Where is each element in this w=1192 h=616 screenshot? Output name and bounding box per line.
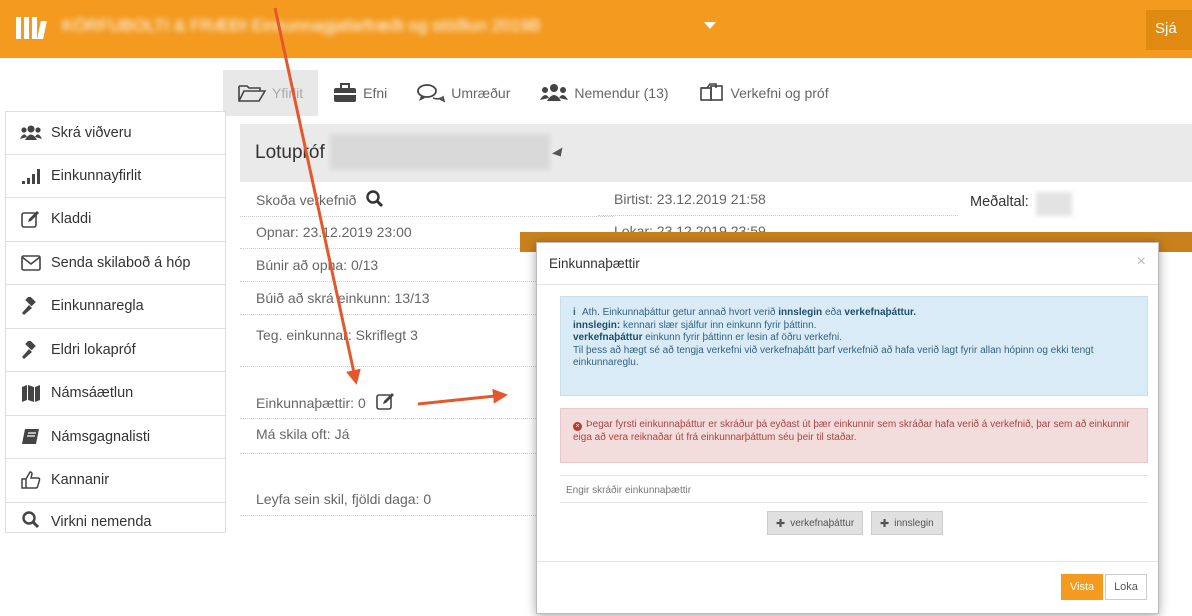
grade-parts-modal: Einkunnaþættir × i Ath. Einkunnaþáttur g…	[536, 242, 1159, 614]
course-title[interactable]: KÖRFUBOLTI & FRÆÐI Einkunnagjafarfræði o…	[62, 16, 702, 40]
tab-label: Umræður	[451, 85, 511, 101]
graded-count-row: Búið að skrá einkunn: 13/13	[240, 290, 540, 315]
sidebar-item-grade-rule[interactable]: Einkunnaregla	[5, 285, 226, 329]
envelope-icon	[20, 253, 42, 273]
users-icon	[540, 84, 569, 101]
plus-icon: ✚	[776, 517, 786, 530]
modal-header: Einkunnaþættir ×	[537, 243, 1158, 285]
tab-label: Yfirlit	[272, 85, 304, 101]
chevron-down-icon[interactable]	[704, 22, 716, 29]
sidebar-item-label: Námsgagnalisti	[51, 428, 151, 445]
copy-icon	[699, 83, 723, 101]
info-alert: i Ath. Einkunnaþáttur getur annað hvort …	[560, 296, 1148, 396]
sidebar-item-attendance[interactable]: Skrá viðveru	[5, 111, 226, 155]
tab-material[interactable]: Efni	[318, 70, 402, 116]
empty-grade-parts-text: Engir skráðir einkunnaþættir	[560, 475, 1148, 503]
sidebar-item-label: Kannanir	[51, 472, 110, 489]
sidebar: Skrá viðveru Einkunnayfirlit Kladdi Send…	[5, 111, 226, 533]
plus-icon: ✚	[880, 517, 890, 530]
sidebar-item-label: Einkunnaregla	[51, 298, 144, 315]
sidebar-item-label: Skrá viðveru	[51, 124, 132, 141]
warning-alert: × Þegar fyrsti einkunnaþáttur er skráður …	[560, 408, 1148, 463]
search-icon	[20, 510, 42, 530]
sidebar-item-grade-overview[interactable]: Einkunnayfirlit	[5, 154, 226, 198]
add-manual-part-button[interactable]: ✚ innslegin	[871, 511, 943, 535]
close-button[interactable]: Loka	[1105, 574, 1147, 600]
sidebar-item-student-activity[interactable]: Virkni nemenda	[5, 502, 226, 533]
gavel-icon	[20, 296, 42, 316]
sidebar-item-label: Kladdi	[51, 211, 92, 228]
tab-label: Efni	[363, 85, 388, 101]
assignment-header: Lotupróf	[240, 124, 1192, 182]
users-icon	[20, 123, 42, 143]
edit-icon	[20, 209, 42, 229]
close-circle-icon: ×	[573, 422, 582, 431]
sidebar-item-label: Senda skilaboð á hóp	[51, 254, 191, 271]
top-bar: KÖRFUBOLTI & FRÆÐI Einkunnagjafarfræði o…	[0, 0, 1192, 58]
sidebar-item-label: Virkni nemenda	[51, 513, 152, 530]
sidebar-item-old-exams[interactable]: Eldri lokapróf	[5, 328, 226, 372]
comments-icon	[417, 84, 446, 103]
chevron-down-icon[interactable]	[552, 147, 566, 160]
average-label: Meðaltal:	[970, 194, 1029, 210]
tab-assignments[interactable]: Verkefni og próf	[684, 70, 844, 116]
logo-icon[interactable]	[16, 17, 50, 39]
briefcase-icon	[334, 83, 357, 102]
save-button[interactable]: Vista	[1061, 574, 1103, 600]
course-tabs: Yfirlit Efni Umræður Nemendur (13) Verke…	[223, 70, 844, 116]
sidebar-item-label: Eldri lokapróf	[51, 341, 136, 358]
tab-label: Verkefni og próf	[730, 85, 829, 101]
view-assignment-link[interactable]: Skoða verkefnið	[256, 192, 356, 208]
late-submit-row: Leyfa sein skil, fjöldi daga: 0	[240, 491, 540, 516]
divider	[598, 215, 958, 216]
redacted-title	[330, 134, 550, 170]
grade-parts-row: Einkunnaþættir: 0	[240, 392, 540, 419]
close-icon[interactable]: ×	[1137, 253, 1146, 271]
resubmit-row: Má skila oft: Já	[240, 426, 540, 454]
tab-discussions[interactable]: Umræður	[402, 70, 525, 116]
book-icon	[20, 427, 42, 447]
top-right-button[interactable]: Sjá	[1146, 10, 1192, 50]
folder-open-icon	[238, 85, 266, 102]
info-icon: i	[573, 307, 576, 318]
sidebar-item-gradebook[interactable]: Kladdi	[5, 198, 226, 242]
thumbs-up-icon	[20, 470, 42, 490]
sidebar-item-surveys[interactable]: Kannanir	[5, 459, 226, 503]
tab-students[interactable]: Nemendur (13)	[525, 70, 683, 116]
signal-icon	[20, 166, 42, 186]
sidebar-item-syllabus[interactable]: Námsáætlun	[5, 372, 226, 416]
add-project-part-button[interactable]: ✚ verkefnaþáttur	[767, 511, 864, 535]
modal-title: Einkunnaþættir	[549, 256, 640, 271]
sidebar-item-materials-list[interactable]: Námsgagnalisti	[5, 415, 226, 459]
tab-overview[interactable]: Yfirlit	[223, 70, 319, 116]
opened-count-row: Búnir að opna: 0/13	[240, 257, 540, 282]
search-icon[interactable]	[366, 190, 384, 211]
map-icon	[20, 383, 42, 403]
assignment-title: Lotupróf	[255, 142, 325, 163]
edit-icon[interactable]	[375, 392, 396, 413]
redacted-average	[1036, 192, 1072, 216]
grade-parts-label: Einkunnaþættir: 0	[256, 395, 366, 411]
sidebar-item-label: Námsáætlun	[51, 385, 134, 402]
view-assignment-row: Skoða verkefnið	[240, 187, 613, 217]
sidebar-item-label: Einkunnayfirlit	[51, 167, 142, 184]
gavel-icon	[20, 340, 42, 360]
grade-type-row: Teg. einkunnar: Skriflegt 3	[240, 327, 540, 367]
published-date: Birtist: 23.12.2019 21:58	[614, 191, 766, 207]
sidebar-item-send-message[interactable]: Senda skilaboð á hóp	[5, 241, 226, 285]
tab-label: Nemendur (13)	[574, 85, 669, 101]
opens-row: Opnar: 23.12.2019 23:00	[240, 224, 540, 249]
